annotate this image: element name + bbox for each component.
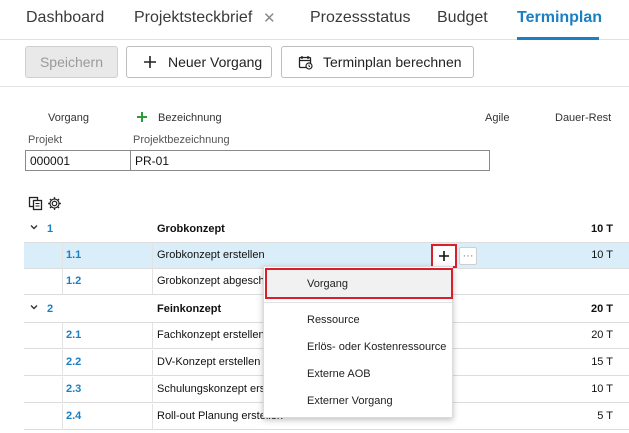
add-menu: Vorgang Ressource Erlös- oder Kostenress… bbox=[263, 266, 453, 418]
row-separator bbox=[62, 377, 63, 403]
row-separator bbox=[62, 243, 63, 269]
row-number: 2 bbox=[47, 303, 54, 315]
chevron-down-icon[interactable] bbox=[29, 302, 39, 312]
column-header-vorgang: Vorgang bbox=[48, 112, 89, 124]
row-number: 1 bbox=[47, 223, 54, 235]
row-name: DV-Konzept erstellen bbox=[157, 356, 261, 368]
row-number: 2.4 bbox=[66, 410, 82, 422]
row-name: Schulungskonzept ers bbox=[157, 383, 266, 395]
row-name: Grobkonzept abgesch bbox=[157, 275, 265, 287]
tab-budget[interactable]: Budget bbox=[437, 9, 488, 27]
row-duration: 20 T bbox=[590, 303, 613, 315]
column-header-dauer-rest: Dauer-Rest bbox=[555, 112, 612, 124]
add-column-icon[interactable] bbox=[136, 110, 148, 124]
tab-projektsteckbrief[interactable]: Projektsteckbrief bbox=[134, 9, 252, 27]
copy-icon[interactable] bbox=[27, 195, 43, 211]
row-name: Grobkonzept erstellen bbox=[157, 249, 265, 261]
tab-bar: Dashboard Projektsteckbrief ✕ Prozesssta… bbox=[0, 0, 629, 40]
menu-item-vorgang[interactable]: Vorgang bbox=[307, 278, 348, 290]
row-separator bbox=[152, 404, 153, 430]
new-task-label: Neuer Vorgang bbox=[168, 54, 263, 70]
save-button[interactable]: Speichern bbox=[25, 46, 118, 78]
tab-dashboard[interactable]: Dashboard bbox=[26, 9, 104, 27]
menu-item-externe-aob[interactable]: Externe AOB bbox=[307, 368, 371, 380]
row-duration: 10 T bbox=[590, 223, 613, 235]
row-duration: 10 T bbox=[591, 249, 613, 261]
toolbar-divider bbox=[0, 86, 629, 87]
tab-terminplan[interactable]: Terminplan bbox=[517, 9, 602, 27]
row-duration: 5 T bbox=[597, 410, 613, 422]
row-number: 1.2 bbox=[66, 275, 82, 287]
row-number: 2.2 bbox=[66, 356, 82, 368]
row-separator bbox=[62, 269, 63, 295]
row-separator bbox=[62, 350, 63, 376]
row-separator bbox=[152, 269, 153, 295]
table-row[interactable]: 1 Grobkonzept 10 T bbox=[24, 217, 629, 243]
row-name: Grobkonzept bbox=[157, 223, 225, 235]
menu-item-highlight bbox=[265, 268, 453, 299]
new-task-button[interactable]: Neuer Vorgang bbox=[126, 46, 272, 78]
column-header-bezeichnung: Bezeichnung bbox=[158, 112, 222, 124]
column-header-agile: Agile bbox=[485, 112, 510, 124]
projektbezeichnung-label: Projektbezeichnung bbox=[133, 134, 230, 146]
projektbezeichnung-field[interactable]: PR-01 bbox=[130, 150, 490, 171]
row-name: Fachkonzept erstellen bbox=[157, 329, 265, 341]
projekt-field[interactable]: 000001 bbox=[25, 150, 131, 171]
row-separator bbox=[152, 350, 153, 376]
row-separator bbox=[152, 323, 153, 349]
calculate-schedule-button[interactable]: Terminplan berechnen bbox=[281, 46, 474, 78]
calculate-schedule-label: Terminplan berechnen bbox=[323, 54, 462, 70]
row-name: Feinkonzept bbox=[157, 303, 222, 315]
active-tab-indicator bbox=[517, 37, 599, 40]
row-separator bbox=[152, 377, 153, 403]
row-duration: 10 T bbox=[591, 383, 613, 395]
row-separator bbox=[152, 243, 153, 269]
add-subtask-button[interactable] bbox=[431, 244, 457, 268]
row-separator bbox=[62, 323, 63, 349]
row-number: 2.3 bbox=[66, 383, 82, 395]
chevron-down-icon[interactable] bbox=[29, 222, 39, 232]
gear-icon[interactable] bbox=[46, 195, 62, 211]
menu-item-externer-vorgang[interactable]: Externer Vorgang bbox=[307, 395, 393, 407]
row-number: 2.1 bbox=[66, 329, 82, 341]
calendar-clock-icon bbox=[296, 53, 314, 71]
row-duration: 20 T bbox=[591, 329, 613, 341]
close-icon[interactable]: ✕ bbox=[263, 9, 276, 27]
row-number: 1.1 bbox=[66, 249, 82, 261]
menu-item-ressource[interactable]: Ressource bbox=[307, 314, 360, 326]
plus-icon bbox=[439, 251, 449, 261]
plus-icon bbox=[141, 53, 159, 71]
menu-item-kostenressource[interactable]: Erlös- oder Kostenressource bbox=[307, 341, 446, 353]
projekt-label: Projekt bbox=[28, 134, 63, 146]
tab-prozessstatus[interactable]: Prozessstatus bbox=[310, 9, 410, 27]
menu-separator bbox=[264, 302, 452, 303]
row-duration: 15 T bbox=[591, 356, 613, 368]
row-separator bbox=[62, 404, 63, 430]
more-options-button[interactable]: ··· bbox=[459, 247, 477, 265]
